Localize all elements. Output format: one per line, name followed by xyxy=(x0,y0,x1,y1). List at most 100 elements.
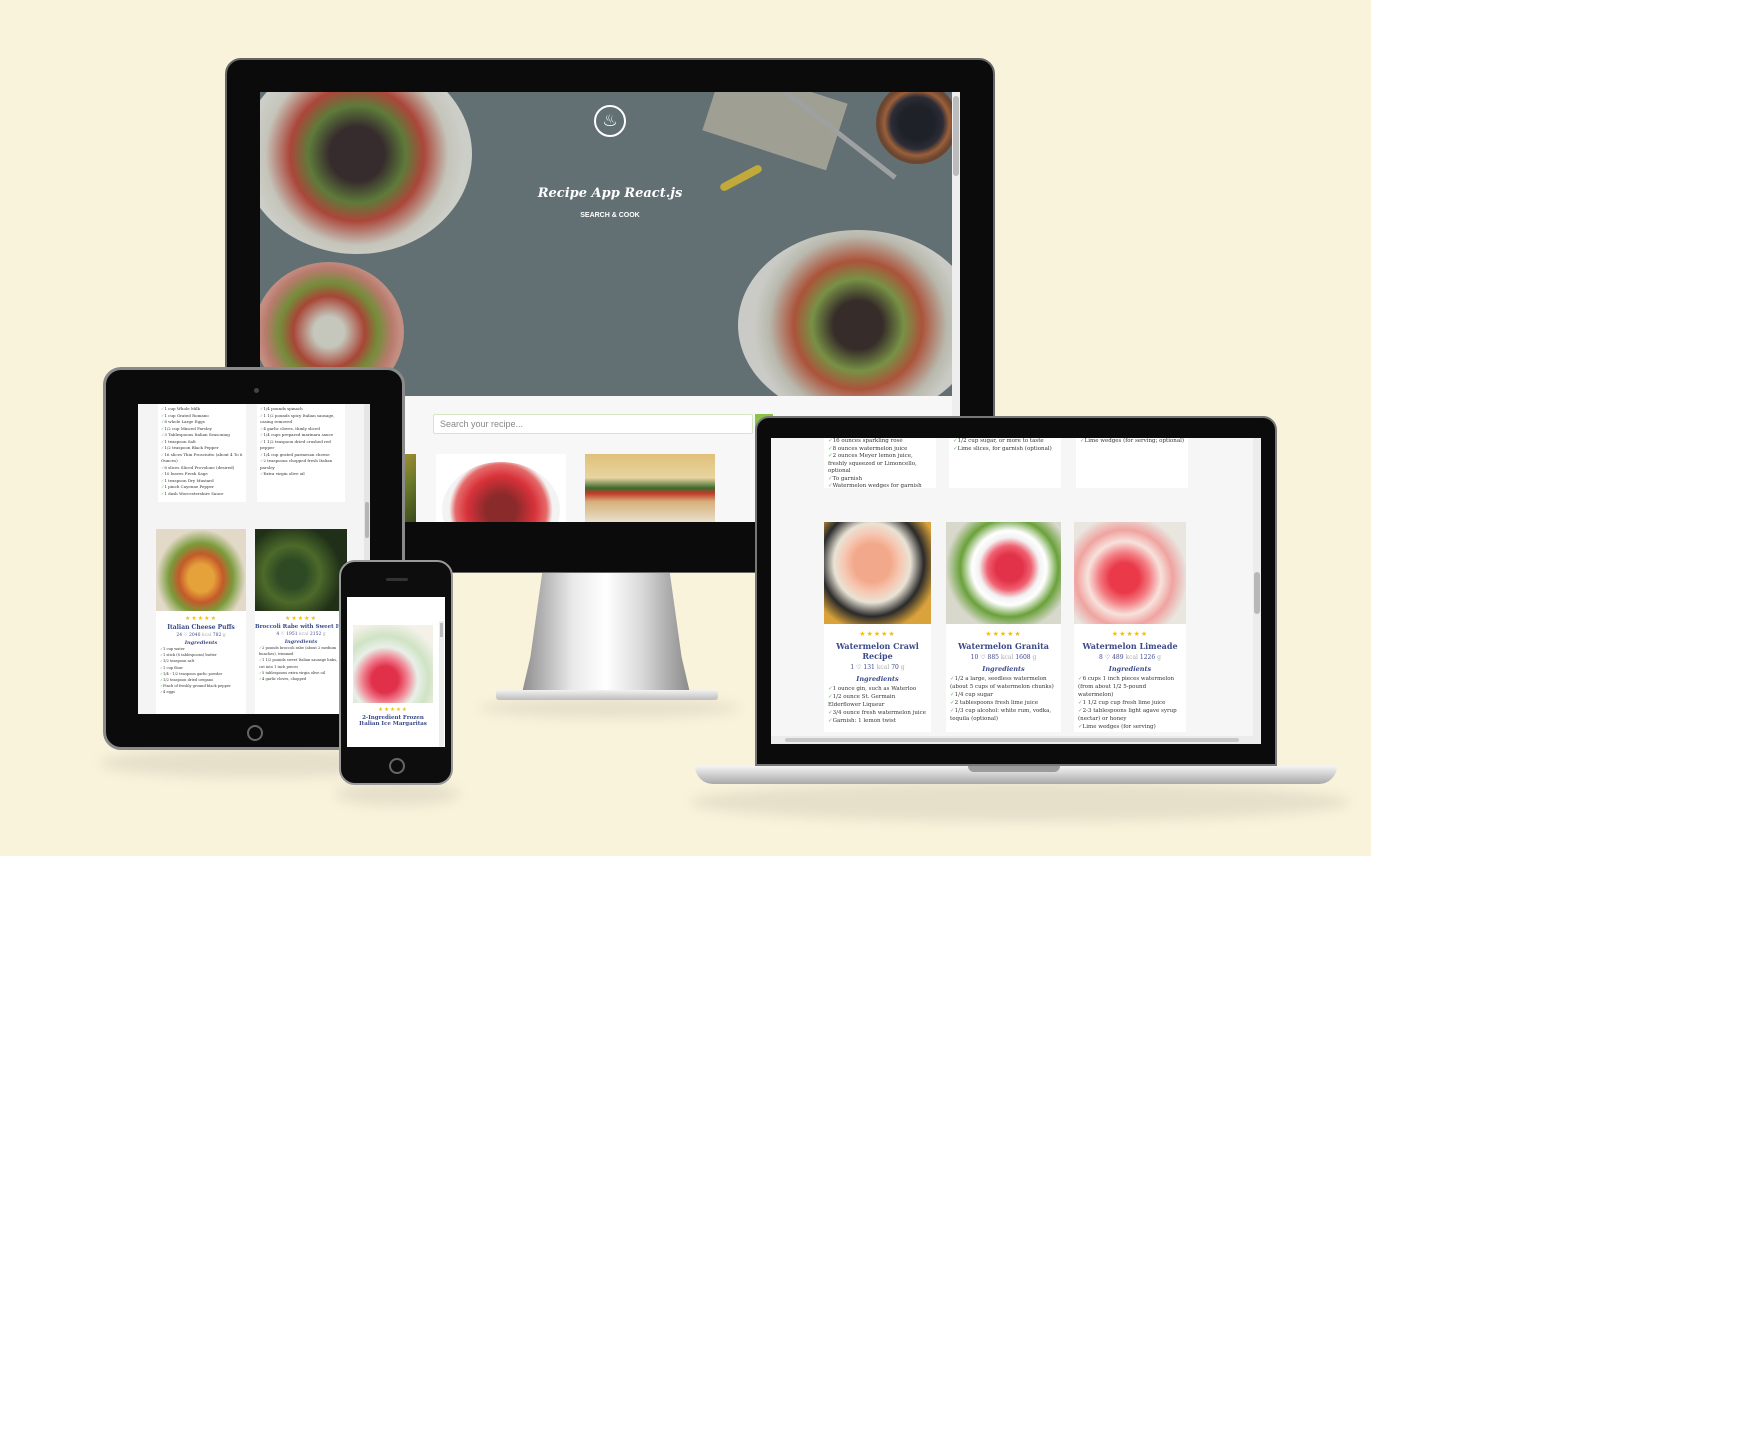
laptop-shadow xyxy=(690,782,1350,822)
scrollbar-thumb[interactable] xyxy=(785,738,1239,742)
home-button xyxy=(247,725,263,741)
recipe-title: Broccoli Rabe with Sweet Italian Sausage xyxy=(255,624,347,630)
speaker-icon xyxy=(386,578,408,581)
ingredient-item: 1 ounce gin, such as Waterloo xyxy=(828,685,927,693)
rating-stars: ★★★★★ xyxy=(985,630,1022,638)
recipe-image xyxy=(1074,522,1186,624)
ingredient-item: 3/4 ounce fresh watermelon juice xyxy=(828,709,927,717)
recipe-image xyxy=(946,522,1061,624)
recipe-image[interactable] xyxy=(585,454,715,522)
rating-stars: ★★★★★ xyxy=(378,707,408,713)
recipe-image xyxy=(353,625,433,703)
app-title: Recipe App React.js xyxy=(537,186,683,201)
ingredient-item: Lime wedges (for serving; optional) xyxy=(1080,438,1184,446)
ingredient-item: To garnish xyxy=(828,476,932,484)
scrollbar-thumb[interactable] xyxy=(365,502,369,538)
heart-icon: ♡ xyxy=(980,654,986,661)
imac-base xyxy=(496,690,718,700)
recipe-title: 2-Ingredient Frozen Italian Ice Margarit… xyxy=(359,715,427,727)
ingredient-item: Lime slices, for garnish (optional) xyxy=(953,446,1057,454)
horizontal-scrollbar[interactable] xyxy=(771,736,1253,744)
ingredient-list: 1 cup Whole Milk1 cup Grated Romano8 who… xyxy=(161,406,243,497)
ingredient-item: 16 ounces sparkling rosé xyxy=(828,438,932,446)
ingredient-list: 16 ounces sparkling rosé8 ounces waterme… xyxy=(828,438,932,488)
recipe-card: 1 cup Whole Milk1 cup Grated Romano8 who… xyxy=(158,404,246,502)
iphone-shadow xyxy=(335,782,460,806)
ingredient-item: 4 garlic cloves, chopped xyxy=(259,676,343,682)
scrollbar-thumb[interactable] xyxy=(1254,572,1260,614)
ingredient-item: 1/2 a large, seedless watermelon (about … xyxy=(950,675,1057,691)
recipe-card[interactable]: ★★★★★ Watermelon Limeade 8 ♡ 489 kcal 12… xyxy=(1074,522,1186,732)
rating-stars: ★★★★★ xyxy=(285,615,317,622)
ingredient-item: 1 1/2 teaspoon dried crushed red pepper xyxy=(260,439,342,452)
search-input[interactable] xyxy=(433,414,753,434)
ingredient-item: 1/2 cup sugar, or more to taste xyxy=(953,438,1057,446)
scrollbar[interactable] xyxy=(439,621,444,747)
rating-stars: ★★★★★ xyxy=(859,630,896,638)
recipe-card[interactable]: ★★★★★ Watermelon Crawl Recipe 1 ♡ 131 kc… xyxy=(824,522,931,732)
ingredient-item: Lime wedges (for serving) xyxy=(1078,723,1182,731)
recipe-stats: 24 ♡ 2040 kcal 782 g xyxy=(176,633,226,638)
ingredients-heading: Ingredients xyxy=(982,665,1025,673)
ingredient-item: 8 ounces watermelon juice xyxy=(828,446,932,454)
ingredient-item: 1 1/2 cup cup fresh lime juice xyxy=(1078,699,1182,707)
heart-icon: ♡ xyxy=(1104,654,1111,661)
scrollbar-thumb[interactable] xyxy=(440,623,443,637)
recipe-card[interactable]: ★★★★★ Watermelon Granita 10 ♡ 885 kcal 1… xyxy=(946,522,1061,732)
ingredient-item: Garnish: 1 lemon twist xyxy=(828,717,927,725)
ingredient-list: 1/4 pounds spinach1 1/2 pounds spicy Ita… xyxy=(260,406,342,478)
recipe-image xyxy=(255,529,347,611)
ingredient-item: 1 1/2 pounds spicy Italian sausage, casi… xyxy=(260,413,342,426)
recipe-stats: 8 ♡ 489 kcal 1226 g xyxy=(1099,654,1161,661)
recipe-card: Lime wedges (for serving; optional) xyxy=(1076,438,1188,488)
scrollbar-thumb[interactable] xyxy=(953,96,959,176)
ingredient-item: 16 slices Thin Prosciutto (about 4 To 6 … xyxy=(161,452,243,465)
recipe-image xyxy=(156,529,246,611)
hero-banner: ♨ Recipe App React.js SEARCH & COOK xyxy=(260,92,960,396)
ingredient-list: 1/2 a large, seedless watermelon (about … xyxy=(946,673,1061,725)
ingredient-item: Watermelon wedges for garnish xyxy=(828,483,932,488)
ingredient-item: 4 eggs xyxy=(160,689,242,695)
page: ♨ Recipe App React.js SEARCH & COOK 1 cu… xyxy=(0,0,1752,1431)
ingredient-item: 2 pounds broccoli rabe (about 2 medium b… xyxy=(259,645,343,657)
recipe-image[interactable] xyxy=(436,454,566,522)
ingredient-item: 2 tablespoons fresh lime juice xyxy=(950,699,1057,707)
recipe-card: 1/2 cup sugar, or more to tasteLime slic… xyxy=(949,438,1061,488)
ingredient-list: 1/2 cup sugar, or more to tasteLime slic… xyxy=(953,438,1057,453)
mockup-background: ♨ Recipe App React.js SEARCH & COOK 1 cu… xyxy=(0,0,1371,856)
rating-stars: ★★★★★ xyxy=(1111,630,1149,638)
heart-icon: ♡ xyxy=(183,633,188,638)
ipad-screen: 1 cup Whole Milk1 cup Grated Romano8 who… xyxy=(138,404,370,714)
scrollbar[interactable] xyxy=(1253,438,1261,744)
ingredient-list: Lime wedges (for serving; optional) xyxy=(1080,438,1184,446)
ingredient-list: 2 pounds broccoli rabe (about 2 medium b… xyxy=(255,645,347,682)
imac-stand xyxy=(522,573,690,693)
fork-knife-icon: ♨ xyxy=(594,105,626,137)
ingredient-item: 2 teaspoons chopped fresh Italian parsle… xyxy=(260,458,342,471)
ingredient-item: 2 ounces Meyer lemon juice, freshly sque… xyxy=(828,453,932,476)
recipe-title: Watermelon Granita xyxy=(958,641,1049,651)
ingredient-item: 1/4 cup sugar xyxy=(950,691,1057,699)
recipe-card[interactable]: ★★★★★ Broccoli Rabe with Sweet Italian S… xyxy=(255,529,347,714)
ingredient-item: 6 cups 1 inch pieces watermelon (from ab… xyxy=(1078,675,1182,699)
iphone-screen: ★★★★★ 2-Ingredient Frozen Italian Ice Ma… xyxy=(347,597,445,747)
imac-shadow xyxy=(480,698,740,718)
recipe-card[interactable]: ★★★★★ 2-Ingredient Frozen Italian Ice Ma… xyxy=(353,625,433,747)
app-subtitle: SEARCH & COOK xyxy=(580,212,640,219)
camera-icon xyxy=(254,388,259,393)
ingredients-heading: Ingredients xyxy=(1108,665,1152,673)
ingredients-heading: Ingredients xyxy=(856,675,899,683)
recipe-card: 16 ounces sparkling rosé8 ounces waterme… xyxy=(824,438,936,488)
heart-icon: ♡ xyxy=(280,632,285,637)
recipe-card[interactable]: ★★★★★ Italian Cheese Puffs 24 ♡ 2040 kca… xyxy=(156,529,246,714)
ingredient-item: 2-3 tablespoons light agave syrup (necta… xyxy=(1078,707,1182,723)
recipe-stats: 1 ♡ 131 kcal 70 g xyxy=(850,664,905,671)
recipe-image xyxy=(824,522,931,624)
ingredient-item: Extra virgin olive oil xyxy=(260,471,342,478)
ingredient-item: 1 1/2 pounds sweet Italian sausage links… xyxy=(259,657,343,669)
recipe-stats: 10 ♡ 885 kcal 1608 g xyxy=(970,654,1037,661)
rating-stars: ★★★★★ xyxy=(185,615,217,622)
recipe-title: Italian Cheese Puffs xyxy=(167,624,235,631)
ingredient-list: 1 ounce gin, such as Waterloo1/2 ounce S… xyxy=(824,683,931,727)
ingredient-list: 1 cup water1 stick (8 tablespoons) butte… xyxy=(156,646,246,696)
